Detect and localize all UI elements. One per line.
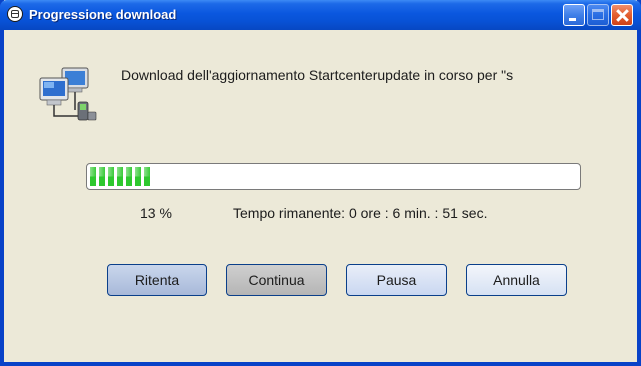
progress-percent: 13 % bbox=[140, 205, 172, 221]
time-remaining: Tempo rimanente: 0 ore : 6 min. : 51 sec… bbox=[233, 205, 488, 221]
continue-button[interactable]: Continua bbox=[226, 264, 327, 296]
progress-fill bbox=[90, 167, 150, 186]
pause-button[interactable]: Pausa bbox=[346, 264, 447, 296]
title-bar[interactable]: Progressione download bbox=[0, 0, 641, 30]
retry-button[interactable]: Ritenta bbox=[107, 264, 207, 296]
download-message: Download dell'aggiornamento Startcenteru… bbox=[121, 67, 514, 83]
network-computers-icon bbox=[39, 67, 97, 121]
cancel-button[interactable]: Annulla bbox=[466, 264, 567, 296]
minimize-button[interactable] bbox=[563, 4, 585, 26]
maximize-button[interactable] bbox=[587, 4, 609, 26]
app-globe-icon[interactable] bbox=[7, 6, 23, 22]
download-progress-window: Progressione download Download dell'aggi… bbox=[0, 0, 641, 366]
window-title: Progressione download bbox=[29, 7, 177, 22]
close-button[interactable] bbox=[611, 4, 633, 26]
download-progress-bar bbox=[86, 163, 581, 190]
